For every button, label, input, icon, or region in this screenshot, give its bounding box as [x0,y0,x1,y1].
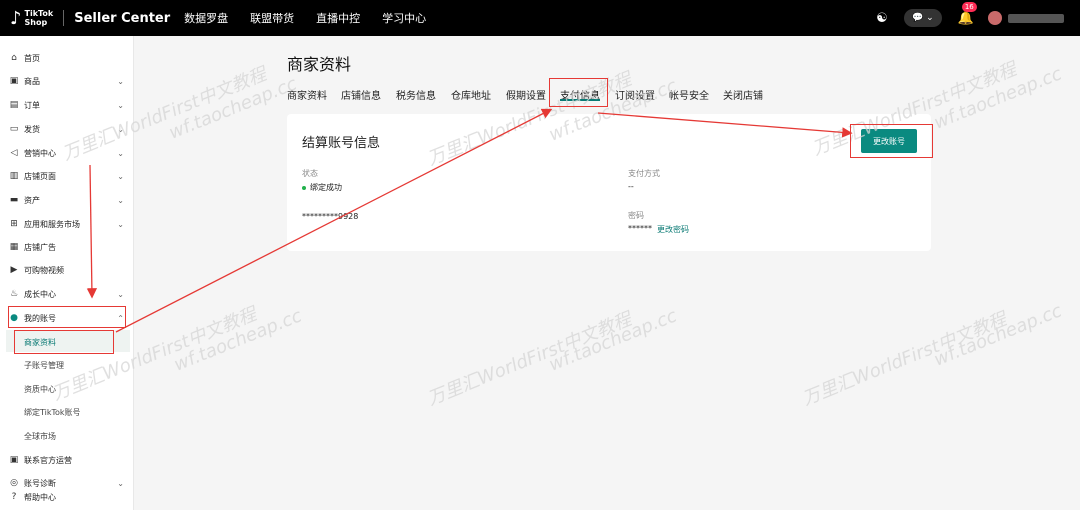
change-password-link[interactable]: 更改密码 [657,224,689,235]
tab-account-security[interactable]: 帐号安全 [669,87,709,102]
sidebar-item-contact-ops[interactable]: ▣ 联系官方运营 [0,449,134,471]
headset-icon[interactable]: ☯ [876,11,888,26]
tab-tax-info[interactable]: 税务信息 [396,87,436,102]
notification-badge: 16 [961,1,977,12]
chevron-down-icon: ⌄ [117,76,124,86]
chevron-down-icon: ⌄ [117,124,124,134]
watermark-url: wf.taocheap.cc [171,305,305,376]
tab-merchant-profile[interactable]: 商家资料 [287,87,327,102]
sidebar: ⌂ 首页 ▣ 商品 ⌄ ▤ 订单 ⌄ ▭ 发货 ⌄ ◁ 营销中心 ⌄ ▥ 店铺页面 ⌄ ▬ 资产 ⌄ ⊞ 应… [0,36,134,510]
watermark-url: wf.taocheap.cc [166,73,300,144]
watermark-text: 万里汇WorldFirst中文教程 [799,308,1010,410]
sidebar-item-help[interactable]: ? 帮助中心 [0,486,134,508]
sidebar-item-home[interactable]: ⌂ 首页 [0,47,134,69]
password-value: ****** [628,224,652,233]
active-tab-indicator [560,99,600,101]
contact-icon: ▣ [9,455,19,465]
help-icon: ? [11,492,17,502]
wallet-icon: ▬ [9,195,19,205]
tab-warehouse[interactable]: 仓库地址 [451,87,491,102]
account-number: *********9928 [302,212,359,221]
chevron-down-icon: ⌄ [117,171,124,181]
sidebar-item-orders[interactable]: ▤ 订单 ⌄ [0,94,134,116]
sidebar-item-marketing[interactable]: ◁ 营销中心 ⌄ [0,142,134,164]
status-dot-icon [302,185,306,190]
password-label: 密码 [628,211,644,220]
chat-icon[interactable]: 💬 ⌄ [903,9,942,27]
apps-icon: ⊞ [10,219,18,229]
top-nav: 数据罗盘 联盟带货 直播中控 学习中心 [184,10,448,26]
megaphone-icon: ◁ [10,148,18,158]
sidebar-subitem-merchant-profile[interactable]: 商家资料 [24,337,56,348]
tab-holiday[interactable]: 假期设置 [506,87,546,102]
tab-close-store[interactable]: 关闭店铺 [723,87,763,102]
settlement-account-card: 结算账号信息 更改账号 状态 绑定成功 *********9928 支付方式 -… [287,114,931,251]
store-icon: ▥ [9,171,19,181]
sidebar-item-growth[interactable]: ♨ 成长中心 ⌄ [0,283,134,305]
avatar[interactable] [988,11,1002,25]
page-title: 商家资料 [287,55,352,74]
top-right-tools: ☯ 💬 ⌄ 🔔 16 [876,0,1080,36]
sidebar-item-shipping[interactable]: ▭ 发货 ⌄ [0,118,134,140]
top-bar: ♪ TikTok Shop Seller Center 数据罗盘 联盟带货 直播… [0,0,1080,36]
payment-method-label: 支付方式 [628,169,660,178]
sidebar-item-products[interactable]: ▣ 商品 ⌄ [0,70,134,92]
sidebar-subitem-global-market[interactable]: 全球市场 [24,431,56,442]
sidebar-subitem-bind-tiktok[interactable]: 绑定TikTok账号 [24,407,81,418]
sidebar-item-assets[interactable]: ▬ 资产 ⌄ [0,189,134,211]
watermark-text: 万里汇WorldFirst中文教程 [424,308,635,410]
annotation-arrows [86,108,853,333]
ad-icon: ▦ [9,242,19,252]
sidebar-item-my-account[interactable]: ● 我的账号 ⌃ [0,307,134,329]
logo-line2: Shop [24,18,48,27]
payment-method-value: -- [628,182,634,191]
bell-icon[interactable]: 🔔 16 [958,1,977,26]
divider [63,10,65,26]
status-label: 状态 [302,169,318,178]
top-nav-item-affiliate[interactable]: 联盟带货 [250,10,294,26]
chevron-down-icon: ⌄ [117,148,124,158]
app-title: Seller Center [74,10,171,26]
status-value: 绑定成功 [302,182,342,193]
chevron-down-icon: ⌄ [117,195,124,205]
sidebar-item-shoppable-video[interactable]: ▶ 可购物视频 [0,259,134,281]
top-nav-item-data-compass[interactable]: 数据罗盘 [184,10,228,26]
watermark-url: wf.taocheap.cc [931,300,1065,371]
top-nav-item-live[interactable]: 直播中控 [316,10,360,26]
sidebar-item-store-page[interactable]: ▥ 店铺页面 ⌄ [0,165,134,187]
card-title: 结算账号信息 [302,136,381,151]
chevron-down-icon: ⌄ [117,219,124,229]
user-icon: ● [10,313,18,323]
growth-icon: ♨ [9,289,19,299]
chevron-up-icon: ⌃ [117,313,124,323]
tab-store-info[interactable]: 店铺信息 [341,87,381,102]
tab-subscription[interactable]: 订阅设置 [615,87,655,102]
order-icon: ▤ [9,100,19,110]
top-nav-item-learning[interactable]: 学习中心 [382,10,426,26]
watermark-url: wf.taocheap.cc [546,305,680,376]
video-icon: ▶ [10,265,18,275]
sidebar-subitem-sub-accounts[interactable]: 子账号管理 [24,360,64,371]
tiktok-note-icon: ♪ [10,7,22,29]
change-account-button[interactable]: 更改账号 [861,129,917,153]
box-icon: ▣ [9,76,19,86]
sidebar-item-app-market[interactable]: ⊞ 应用和服务市场 ⌄ [0,213,134,235]
sidebar-subitem-qualification[interactable]: 资质中心 [24,384,56,395]
chevron-down-icon: ⌄ [117,289,124,299]
tiktok-shop-logo[interactable]: ♪ TikTok Shop [10,8,53,29]
truck-icon: ▭ [9,124,19,134]
watermark-url: wf.taocheap.cc [931,63,1065,134]
username-blurred[interactable] [1008,13,1064,23]
sidebar-item-store-ads[interactable]: ▦ 店铺广告 [0,236,134,258]
home-icon: ⌂ [11,53,17,63]
logo-line1: TikTok [24,9,54,18]
chevron-down-icon: ⌄ [117,100,124,110]
